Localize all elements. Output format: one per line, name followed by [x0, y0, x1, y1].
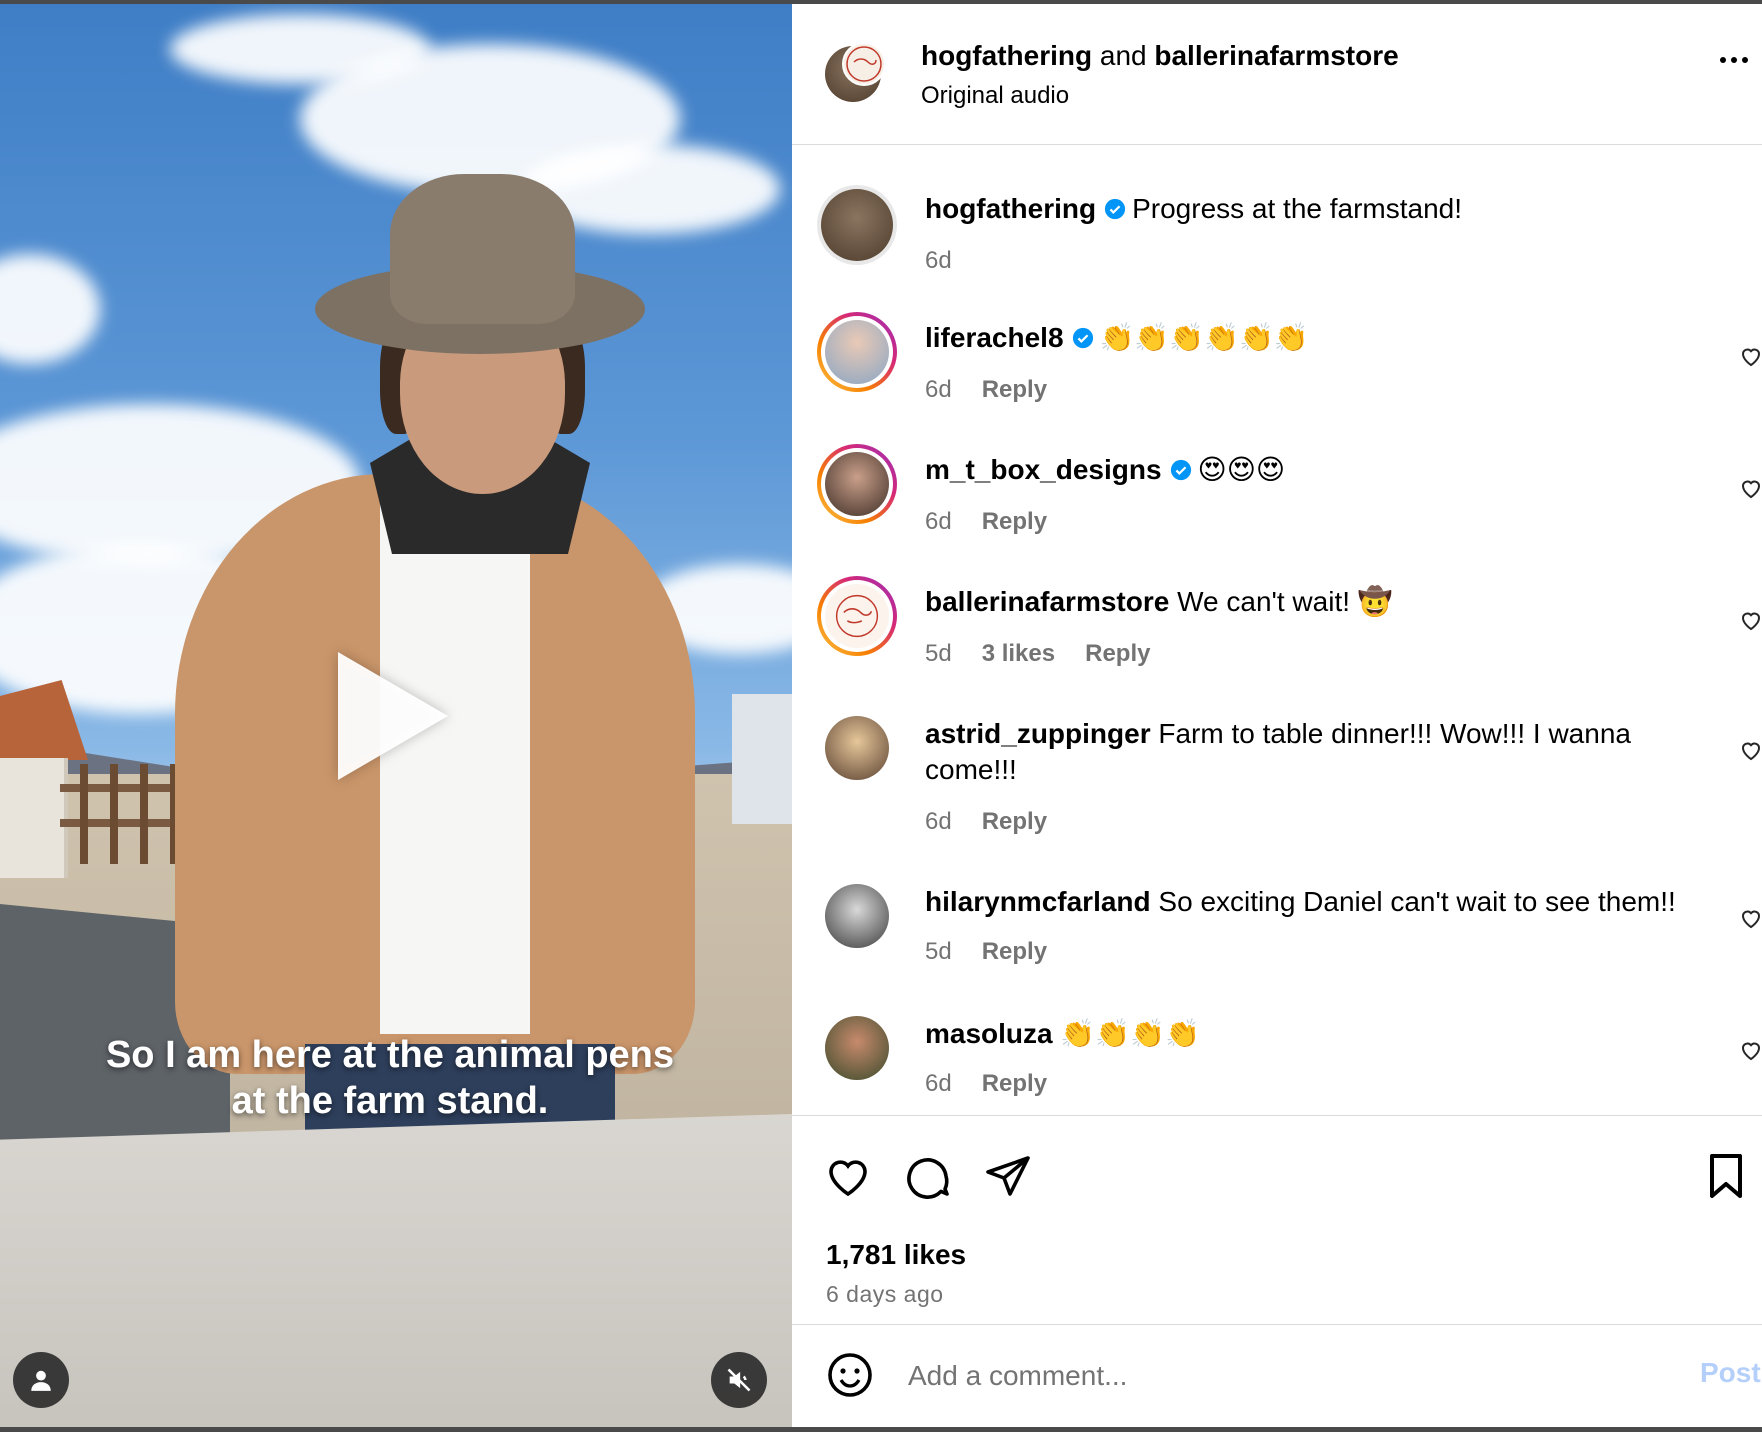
- avatar-ballerinafarmstore[interactable]: [842, 42, 886, 86]
- avatar-m-t-box-designs[interactable]: [817, 444, 897, 524]
- comment-time: 5d: [925, 938, 952, 965]
- avatar-astrid-zuppinger[interactable]: [825, 716, 889, 780]
- comment-meta: 5d Reply: [925, 938, 1077, 966]
- comment-meta: 6d Reply: [925, 808, 1077, 836]
- reply-button[interactable]: Reply: [982, 938, 1047, 965]
- comment-icon[interactable]: [904, 1152, 952, 1200]
- avatar-liferachel8[interactable]: [817, 312, 897, 392]
- heart-icon[interactable]: [1739, 344, 1762, 368]
- comment-meta: 5d 3 likes Reply: [925, 640, 1180, 668]
- comment-username[interactable]: ballerinafarmstore: [925, 586, 1169, 617]
- post-actions: 1,781 likes 6 days ago: [792, 1115, 1762, 1307]
- comment-time: 6d: [925, 508, 952, 535]
- reply-button[interactable]: Reply: [982, 508, 1047, 535]
- heart-icon[interactable]: [1739, 476, 1762, 500]
- bookmark-icon[interactable]: [1702, 1152, 1750, 1200]
- header-user2-link[interactable]: ballerinafarmstore: [1154, 40, 1398, 71]
- header-user1-link[interactable]: hogfathering: [921, 40, 1092, 71]
- comment-time: 6d: [925, 376, 952, 403]
- verified-badge-icon: [1072, 327, 1093, 349]
- comment-username[interactable]: liferachel8: [925, 322, 1064, 353]
- post-panel: hogfathering and ballerinafarmstore Orig…: [792, 4, 1762, 1427]
- muted-icon: [727, 1368, 751, 1392]
- comment-username[interactable]: astrid_zuppinger: [925, 718, 1151, 749]
- fence-post: [140, 764, 148, 864]
- comment-text: m_t_box_designs 😍😍😍: [925, 452, 1705, 488]
- more-options-icon[interactable]: [1720, 50, 1760, 74]
- header-joiner: and: [1099, 40, 1147, 71]
- heart-icon[interactable]: [1739, 738, 1762, 762]
- comment-body: We can't wait! 🤠: [1177, 586, 1393, 617]
- verified-badge-icon: [1105, 198, 1126, 220]
- reply-button[interactable]: Reply: [982, 376, 1047, 403]
- comment-text: liferachel8 👏👏👏👏👏👏: [925, 320, 1705, 356]
- comment-text: hilarynmcfarland So exciting Daniel can'…: [925, 884, 1725, 920]
- emoji-icon[interactable]: [826, 1351, 874, 1399]
- avatar-masoluza[interactable]: [825, 1016, 889, 1080]
- comment-likes[interactable]: 3 likes: [982, 640, 1055, 667]
- concrete-slab: [0, 1114, 792, 1427]
- video-player[interactable]: So I am here at the animal pens at the f…: [0, 4, 792, 1427]
- user-tag-icon: [31, 1370, 51, 1391]
- fence-post: [110, 764, 118, 864]
- comment-text: masoluza 👏👏👏👏: [925, 1016, 1705, 1052]
- heart-icon[interactable]: [1739, 1038, 1762, 1062]
- caption-body: Progress at the farmstand!: [1132, 193, 1463, 224]
- reply-button[interactable]: Reply: [982, 808, 1047, 835]
- fence-post: [80, 764, 88, 864]
- header-title: hogfathering and ballerinafarmstore: [921, 40, 1399, 72]
- comment-time: 5d: [925, 640, 952, 667]
- comment-meta: 6d Reply: [925, 1070, 1077, 1098]
- likes-count[interactable]: 1,781 likes: [826, 1239, 966, 1271]
- comment-input[interactable]: [906, 1351, 1610, 1401]
- comment-meta: 6d Reply: [925, 376, 1077, 404]
- caption-text: hogfathering Progress at the farmstand!: [925, 191, 1705, 227]
- comment-body: 😍😍😍: [1197, 454, 1286, 485]
- avatar-hilarynmcfarland[interactable]: [825, 884, 889, 948]
- building: [732, 694, 792, 824]
- post-age: 6 days ago: [826, 1281, 944, 1307]
- comment-time: 6d: [925, 1070, 952, 1097]
- hat-crown: [390, 174, 575, 324]
- heart-icon[interactable]: [1739, 906, 1762, 930]
- comment-username[interactable]: hilarynmcfarland: [925, 886, 1151, 917]
- avatar-ballerinafarmstore[interactable]: [817, 576, 897, 656]
- caption-username[interactable]: hogfathering: [925, 193, 1096, 224]
- add-comment-bar: Post: [792, 1324, 1762, 1428]
- window-bottom-border: [0, 1427, 1762, 1432]
- caption-meta: 6d: [925, 247, 982, 275]
- video-caption: So I am here at the animal pens at the f…: [105, 1034, 675, 1122]
- ballerina-farm-logo: [846, 46, 882, 82]
- play-icon[interactable]: [338, 652, 448, 780]
- comment-text: ballerinafarmstore We can't wait! 🤠: [925, 584, 1705, 620]
- post-button[interactable]: Post: [1700, 1357, 1761, 1389]
- post-header: hogfathering and ballerinafarmstore Orig…: [792, 4, 1762, 145]
- heart-icon[interactable]: [1739, 608, 1762, 632]
- user-tag-button[interactable]: [13, 1352, 69, 1408]
- avatar-hogfathering[interactable]: [817, 185, 897, 265]
- comment-text: astrid_zuppinger Farm to table dinner!!!…: [925, 716, 1705, 788]
- shed: [0, 758, 68, 878]
- comment-username[interactable]: masoluza: [925, 1018, 1053, 1049]
- mute-button[interactable]: [711, 1352, 767, 1408]
- comment-body: 👏👏👏👏👏👏: [1099, 322, 1309, 353]
- comment-meta: 6d Reply: [925, 508, 1077, 536]
- comment-username[interactable]: m_t_box_designs: [925, 454, 1162, 485]
- cloud: [0, 254, 100, 364]
- verified-badge-icon: [1170, 459, 1191, 481]
- share-icon[interactable]: [984, 1152, 1032, 1200]
- reply-button[interactable]: Reply: [1085, 640, 1150, 667]
- comment-time: 6d: [925, 808, 952, 835]
- audio-link[interactable]: Original audio: [921, 82, 1069, 110]
- comment-body: So exciting Daniel can't wait to see the…: [1158, 886, 1676, 917]
- reply-button[interactable]: Reply: [982, 1070, 1047, 1097]
- caption-time: 6d: [925, 247, 952, 274]
- heart-icon[interactable]: [824, 1152, 872, 1200]
- comment-body: 👏👏👏👏: [1060, 1018, 1200, 1049]
